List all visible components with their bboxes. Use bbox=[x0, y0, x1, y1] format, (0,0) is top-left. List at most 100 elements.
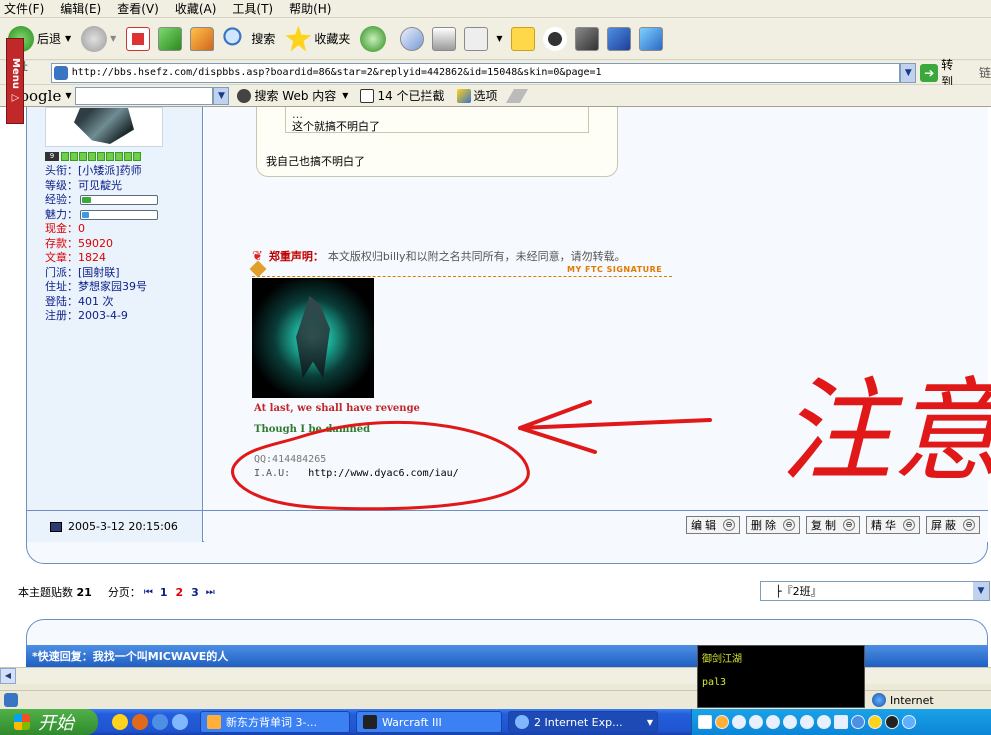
toolbar-app-icon[interactable] bbox=[638, 26, 663, 51]
tray-icon[interactable] bbox=[868, 715, 882, 729]
side-menu-tab[interactable]: Menu ▷ bbox=[6, 38, 24, 124]
links-label[interactable]: 链 bbox=[979, 64, 991, 81]
highlighter-icon[interactable] bbox=[505, 88, 528, 103]
edit-icon[interactable] bbox=[464, 26, 489, 51]
menu-file[interactable]: 文件(F) bbox=[4, 0, 44, 17]
page-link-1[interactable]: 1 bbox=[160, 586, 168, 599]
google-options-button[interactable]: 选项 bbox=[456, 87, 498, 104]
page-link-3[interactable]: 3 bbox=[191, 586, 199, 599]
task-button-internet-explorer[interactable]: 2 Internet Exp... ▼ bbox=[508, 711, 658, 733]
address-dropdown-button[interactable]: ▼ bbox=[900, 62, 917, 83]
search-label: 搜索 bbox=[251, 32, 276, 46]
mail-icon[interactable] bbox=[400, 26, 425, 51]
taskbar: 开始 新东方背单词 3-... Warcraft III 2 Internet … bbox=[0, 709, 991, 735]
google-search-dropdown[interactable]: ▼ bbox=[213, 86, 230, 105]
page-icon bbox=[53, 65, 68, 80]
toolbar-app-icon[interactable] bbox=[606, 26, 631, 51]
tray-icon[interactable] bbox=[851, 715, 865, 729]
tray-icon[interactable] bbox=[715, 715, 729, 729]
task-label: Warcraft III bbox=[382, 715, 442, 729]
qq-icon[interactable] bbox=[885, 715, 899, 729]
start-button[interactable]: 开始 bbox=[0, 709, 98, 735]
post-footer: 2005-3-12 20:15:06 编辑 ⊖ 删除 ⊖ 复制 ⊖ 精华 ⊖ 屏蔽 ⊖ bbox=[26, 510, 988, 542]
task-button-new-oriental[interactable]: 新东方背单词 3-... bbox=[200, 711, 350, 733]
menu-tools[interactable]: 工具(T) bbox=[232, 0, 273, 17]
chevron-down-icon[interactable]: ▼ bbox=[342, 91, 348, 100]
history-icon[interactable] bbox=[360, 25, 387, 52]
popup-blocker-button[interactable]: 14 个已拦截 bbox=[360, 87, 445, 104]
post-count-value: 21 bbox=[76, 585, 92, 599]
user-charm-label: 魅力： bbox=[45, 207, 78, 221]
user-sect-value: [国射联] bbox=[78, 265, 120, 279]
user-posts-row: 文章： 1824 bbox=[45, 251, 158, 266]
chevron-down-icon[interactable]: ▼ bbox=[973, 582, 989, 600]
quick-launch bbox=[112, 714, 192, 730]
circle-icon: ⊖ bbox=[963, 519, 975, 531]
last-page-icon[interactable]: ⏭ bbox=[206, 587, 215, 598]
media-stop-icon[interactable] bbox=[766, 715, 780, 729]
chevron-down-icon[interactable]: ▼ bbox=[110, 34, 116, 43]
user-logins-value: 401 次 bbox=[78, 294, 114, 308]
signature-iau: I.A.U: http://www.dyac6.com/iau/ bbox=[254, 468, 459, 479]
google-search-input[interactable] bbox=[75, 86, 214, 105]
post-time-value: 2005-3-12 20:15:06 bbox=[68, 520, 178, 533]
google-toolbar: Google ▼ ▼ 搜索 Web 内容 ▼ 14 个已拦截 选项 bbox=[0, 85, 991, 107]
menu-help[interactable]: 帮助(H) bbox=[289, 0, 331, 17]
block-post-button[interactable]: 屏蔽 ⊖ bbox=[926, 516, 980, 534]
quicklaunch-app-icon[interactable] bbox=[132, 714, 148, 730]
chevron-down-icon[interactable]: ▼ bbox=[65, 34, 71, 43]
pages-label: 分页： bbox=[107, 586, 141, 599]
board-jump-select[interactable]: ├『2班』 ▼ bbox=[760, 581, 990, 601]
delete-post-button[interactable]: 删除 ⊖ bbox=[746, 516, 800, 534]
chevron-down-icon[interactable]: ▼ bbox=[65, 91, 71, 100]
google-search-web-button[interactable]: 搜索 Web 内容 ▼ bbox=[237, 87, 348, 104]
ie-icon[interactable] bbox=[152, 714, 168, 730]
charm-meter-fill bbox=[82, 211, 89, 218]
quicklaunch-app-icon[interactable] bbox=[172, 714, 188, 730]
note-icon[interactable] bbox=[510, 26, 535, 51]
user-charm-row: 魅力： bbox=[45, 208, 158, 223]
media-forward-icon[interactable] bbox=[800, 715, 814, 729]
favorites-button[interactable]: 收藏夹 bbox=[285, 25, 350, 52]
forward-button[interactable]: ▼ bbox=[81, 25, 116, 52]
search-button[interactable]: 搜索 bbox=[222, 25, 276, 52]
print-icon[interactable] bbox=[432, 26, 457, 51]
avatar-figure bbox=[74, 108, 134, 144]
research-icon[interactable] bbox=[574, 26, 599, 51]
network-icon[interactable] bbox=[902, 715, 916, 729]
menu-favorites[interactable]: 收藏(A) bbox=[175, 0, 217, 17]
first-page-icon[interactable]: ⏮ bbox=[144, 587, 153, 598]
signature-image bbox=[252, 278, 374, 398]
circle-icon: ⊖ bbox=[783, 519, 795, 531]
menu-edit[interactable]: 编辑(E) bbox=[60, 0, 101, 17]
signature-iau-link[interactable]: http://www.dyac6.com/iau/ bbox=[308, 468, 459, 479]
menu-view[interactable]: 查看(V) bbox=[117, 0, 159, 17]
stop-icon[interactable] bbox=[126, 26, 151, 51]
quicklaunch-app-icon[interactable] bbox=[112, 714, 128, 730]
chevron-down-icon[interactable]: ▼ bbox=[496, 34, 502, 43]
media-pause-icon[interactable] bbox=[749, 715, 763, 729]
refresh-icon[interactable] bbox=[158, 26, 183, 51]
media-prev-icon[interactable] bbox=[732, 715, 746, 729]
copy-post-button[interactable]: 复制 ⊖ bbox=[806, 516, 860, 534]
volume-icon[interactable] bbox=[817, 715, 831, 729]
level-block bbox=[133, 152, 141, 161]
user-title-value: [小矮派]药师 bbox=[78, 164, 142, 177]
address-input[interactable]: http://bbs.hsefz.com/dispbbs.asp?boardid… bbox=[50, 62, 901, 83]
tray-icon[interactable] bbox=[698, 715, 712, 729]
game-overlay-window[interactable]: 御剑江湖 pal3 bbox=[697, 645, 865, 708]
messenger-icon[interactable] bbox=[542, 26, 567, 51]
start-label: 开始 bbox=[38, 713, 74, 734]
user-reg-row: 注册： 2003-4-9 bbox=[45, 309, 158, 324]
task-button-warcraft[interactable]: Warcraft III bbox=[356, 711, 502, 733]
block-post-label: 屏蔽 bbox=[931, 519, 959, 532]
edit-post-button[interactable]: 编辑 ⊖ bbox=[686, 516, 740, 534]
system-tray bbox=[691, 709, 991, 735]
reply-bubble: … 这个就搞不明白了 我自己也搞不明白了 bbox=[256, 107, 618, 177]
feature-post-button[interactable]: 精华 ⊖ bbox=[866, 516, 920, 534]
tray-icon[interactable] bbox=[834, 715, 848, 729]
user-address-value: 梦想家园39号 bbox=[78, 280, 147, 293]
scroll-left-icon[interactable]: ◀ bbox=[0, 668, 16, 684]
media-back-icon[interactable] bbox=[783, 715, 797, 729]
home-icon[interactable] bbox=[190, 26, 215, 51]
